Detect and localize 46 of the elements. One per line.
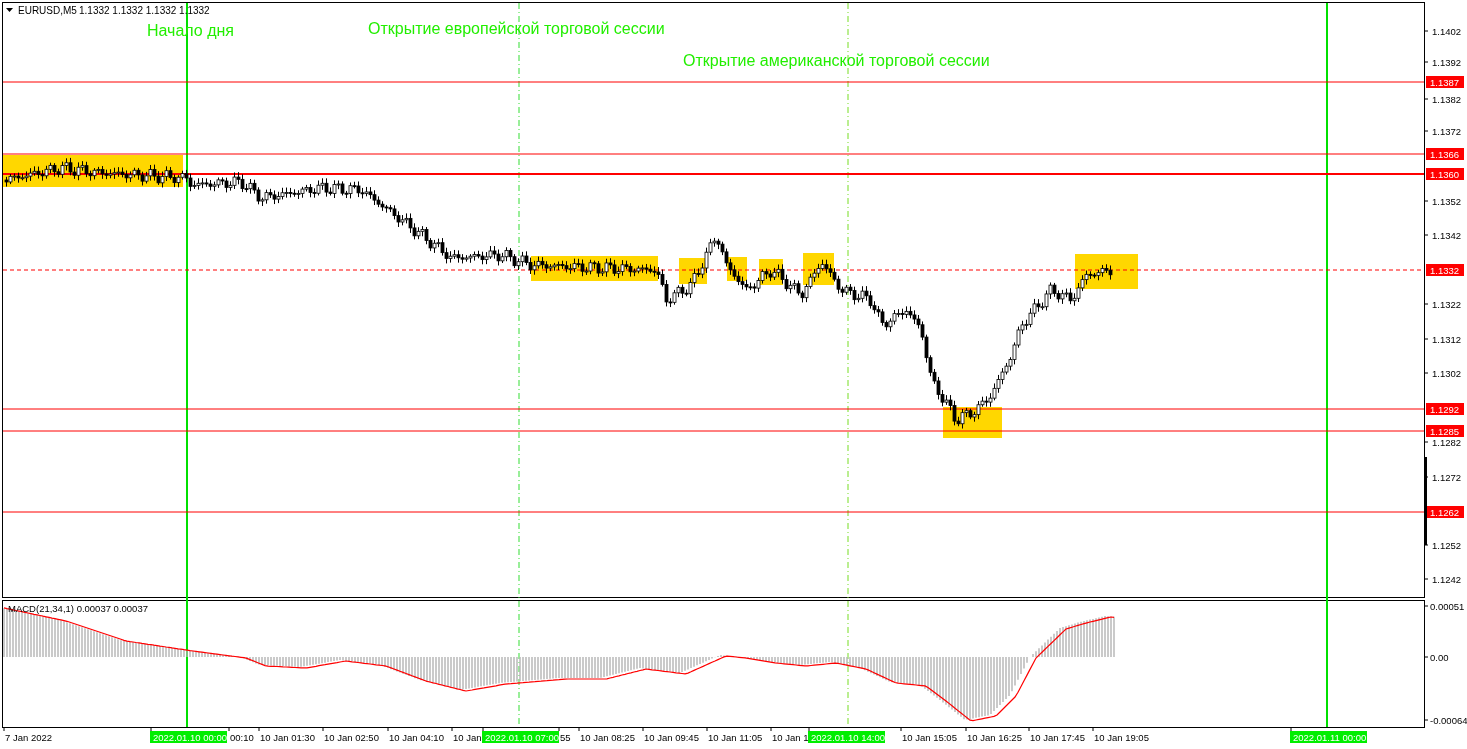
price-label: 1.1285 xyxy=(1426,425,1464,437)
price-tick: 1.1242 xyxy=(1432,573,1462,585)
time-tick: 10 Jan 17:45 xyxy=(1030,732,1085,743)
time-tick: 10 Jan 16:25 xyxy=(967,732,1022,743)
price-label: 1.1360 xyxy=(1426,168,1464,180)
time-tick: 10 Jan 02:50 xyxy=(324,732,379,743)
time-tick: 10 Jan 04:10 xyxy=(389,732,444,743)
price-label: 1.1262 xyxy=(1426,506,1464,518)
price-tick: 1.1352 xyxy=(1432,195,1462,207)
price-tick: 1.1272 xyxy=(1432,471,1462,483)
annotation-text: Открытие европейской торговой сессии xyxy=(368,20,665,37)
time-tick: 10 Jan 01:30 xyxy=(260,732,315,743)
price-tick: 1.1312 xyxy=(1432,333,1462,345)
price-label: 1.1387 xyxy=(1426,76,1464,88)
time-tick: 00:10 xyxy=(230,732,254,743)
time-tick: 10 Jan 08:25 xyxy=(580,732,635,743)
time-tick: 10 Jan xyxy=(453,732,482,743)
time-tick: 10 Jan 09:45 xyxy=(644,732,699,743)
price-tick: 1.1372 xyxy=(1432,125,1462,137)
price-tick: 1.1392 xyxy=(1432,56,1462,68)
symbol-label: EURUSD,M5 xyxy=(18,5,77,16)
time-marker-label: 2022.01.10 14:00 xyxy=(808,731,885,743)
indicator-label: MACD(21,34,1) 0.00037 0.00037 xyxy=(8,603,148,614)
indicator-tick: 0.00051 xyxy=(1430,600,1465,612)
annotation-text: Открытие американской торговой сессии xyxy=(683,52,990,69)
indicator-tick: -0.00064 xyxy=(1430,714,1467,726)
price-tick: 1.1252 xyxy=(1432,539,1462,551)
time-marker-label: 2022.01.11 00:00 xyxy=(1290,731,1367,743)
price-label: 1.1366 xyxy=(1426,148,1464,160)
price-tick: 1.1322 xyxy=(1432,298,1462,310)
price-tick: 1.1302 xyxy=(1432,367,1462,379)
price-tick: 1.1282 xyxy=(1432,436,1462,448)
time-marker-label: 2022.01.10 07:00 xyxy=(482,731,559,743)
time-tick: 10 Jan 19:05 xyxy=(1094,732,1149,743)
price-label: 1.1292 xyxy=(1426,403,1464,415)
time-tick: 10 Jan 1 xyxy=(772,732,809,743)
indicator-tick: 0.00 xyxy=(1430,651,1449,663)
price-tick: 1.1402 xyxy=(1432,25,1462,37)
time-marker-label: 2022.01.10 00:00 xyxy=(150,731,227,743)
price-tick: 1.1382 xyxy=(1432,93,1462,105)
price-tick: 1.1342 xyxy=(1432,229,1462,241)
time-tick: 55 xyxy=(560,732,571,743)
time-tick: 10 Jan 11:05 xyxy=(708,732,763,743)
price-label: 1.1332 xyxy=(1426,264,1464,276)
time-tick: 10 Jan 15:05 xyxy=(902,732,957,743)
time-tick: 7 Jan 2022 xyxy=(5,732,52,743)
